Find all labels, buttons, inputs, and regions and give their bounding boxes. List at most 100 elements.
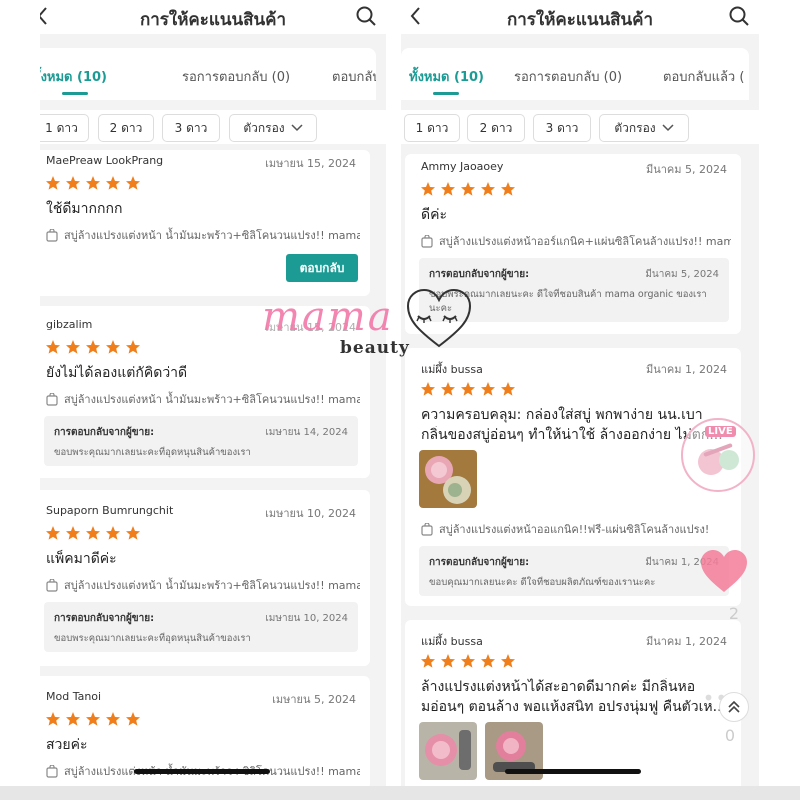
star-icon [441, 182, 455, 196]
filter-one-star[interactable]: 1 ดาว [40, 114, 89, 142]
scroll-top-button[interactable] [719, 692, 749, 722]
heart-logo-icon [406, 288, 472, 348]
star-rating [420, 381, 516, 397]
tab-active-indicator [433, 92, 459, 95]
star-icon [86, 340, 100, 354]
bottom-strip [0, 786, 800, 800]
review-card: Supaporn Bumrungchit เมษายน 10, 2024 แพ็… [40, 490, 370, 666]
watermark-sub: beauty [340, 338, 410, 358]
filter-dropdown[interactable]: ตัวกรอง [599, 114, 689, 142]
tab-pending[interactable]: รอการตอบกลับ (0) [514, 66, 622, 87]
reviewer-name: แม่ผึ้ง bussa [421, 363, 483, 376]
star-icon [441, 654, 455, 668]
heart-icon[interactable] [699, 548, 749, 594]
filter-three-star[interactable]: 3 ดาว [162, 114, 220, 142]
seller-reply: การตอบกลับจากผู้ขาย: เมษายน 10, 2024 ขอบ… [44, 602, 358, 652]
star-icon [501, 182, 515, 196]
review-date: มีนาคม 1, 2024 [645, 363, 727, 376]
tab-bar: ทั้งหมด (10) รอการตอบกลับ (0) ตอบกลับแล้… [40, 48, 376, 100]
tab-pending[interactable]: รอการตอบกลับ (0) [182, 66, 290, 87]
bag-icon [46, 392, 58, 406]
review-text: สวยค่ะ [46, 737, 88, 753]
star-icon [461, 382, 475, 396]
star-rating [420, 181, 516, 197]
reply-date: มีนาคม 5, 2024 [645, 269, 719, 280]
review-card: MaePreaw LookPrang เมษายน 15, 2024 ใช้ดี… [40, 150, 370, 296]
star-icon [66, 712, 80, 726]
star-icon [86, 526, 100, 540]
reply-label: การตอบกลับจากผู้ขาย: [54, 427, 155, 438]
live-badge[interactable]: LIVE [681, 418, 755, 492]
star-icon [106, 340, 120, 354]
product-photo-icon [419, 722, 477, 780]
product-row[interactable]: สบู่ล้างแปรงแต่งหน้า น้ำมันมะพร้าว+ซิลิโ… [46, 226, 360, 244]
header-bar: การให้คะแนนสินค้า [40, 0, 386, 34]
bag-icon [421, 234, 433, 248]
star-icon [461, 654, 475, 668]
star-icon [106, 712, 120, 726]
review-text: ดีค่ะ [421, 207, 447, 223]
star-icon [126, 712, 140, 726]
like-count: 2 [728, 604, 739, 623]
product-row[interactable]: สบู่ล้างแปรงแต่งหน้า น้ำมันมะพร้าว+ซิลิโ… [46, 390, 360, 408]
search-icon[interactable] [727, 4, 751, 28]
tab-replied[interactable]: ตอบกลับแล้ว ( [332, 66, 376, 87]
star-icon [86, 712, 100, 726]
reviewer-name: Mod Tanoi [46, 690, 102, 703]
filter-label: ตัวกรอง [243, 120, 285, 135]
review-date: มีนาคม 5, 2024 [645, 163, 727, 176]
star-rating [45, 339, 141, 355]
product-name: สบู่ล้างแปรงแต่งหน้า น้ำมันมะพร้าว+ซิลิโ… [64, 229, 360, 242]
review-photo[interactable] [419, 450, 477, 508]
filter-one-star[interactable]: 1 ดาว [404, 114, 460, 142]
reply-label: การตอบกลับจากผู้ขาย: [429, 269, 530, 280]
filter-three-star[interactable]: 3 ดาว [533, 114, 591, 142]
search-icon[interactable] [354, 4, 378, 28]
tab-replied[interactable]: ตอบกลับแล้ว ( [663, 66, 744, 87]
review-photo[interactable] [419, 722, 477, 780]
reviewer-name: แม่ผึ้ง bussa [421, 635, 483, 648]
page-title: การให้คะแนนสินค้า [139, 10, 287, 30]
star-icon [66, 340, 80, 354]
star-icon [441, 382, 455, 396]
seller-reply: การตอบกลับจากผู้ขาย: เมษายน 14, 2024 ขอบ… [44, 416, 358, 466]
star-icon [46, 176, 60, 190]
review-text: ล้างแปรงแต่งหน้าได้สะอาดดีมากค่ะ มีกลิ่น… [421, 679, 696, 695]
reply-text: ขอบพระคุณมากเลยนะคะที่อุดหนุนสินค้าของเร… [54, 633, 251, 644]
tab-all[interactable]: ทั้งหมด (10) [40, 66, 107, 87]
filter-two-star[interactable]: 2 ดาว [98, 114, 154, 142]
review-date: เมษายน 10, 2024 [265, 507, 356, 520]
star-icon [126, 340, 140, 354]
filter-two-star[interactable]: 2 ดาว [467, 114, 525, 142]
comment-count: 0 [724, 726, 735, 745]
star-rating [45, 525, 141, 541]
product-row[interactable]: สบู่ล้างแปรงแต่งหน้าออร์แกนิค+แผ่นซิลิโค… [421, 232, 731, 250]
filter-dropdown[interactable]: ตัวกรอง [229, 114, 317, 142]
home-indicator [134, 769, 270, 774]
product-row[interactable]: สบู่ล้างแปรงแต่งหน้าออแกนิค!!ฟรี-แผ่นซิล… [421, 520, 731, 538]
tab-all[interactable]: ทั้งหมด (10) [409, 66, 484, 87]
product-name: สบู่ล้างแปรงแต่งหน้า น้ำมันมะพร้าว+ซิลิโ… [64, 393, 360, 406]
bag-icon [46, 228, 58, 242]
chevron-down-icon [291, 124, 303, 132]
left-screenshot: การให้คะแนนสินค้า ทั้งหมด (10) รอการตอบก… [40, 0, 386, 800]
review-card: แม่ผึ้ง bussa มีนาคม 1, 2024 ล้างแปรงแต่… [405, 620, 741, 792]
star-icon [66, 526, 80, 540]
product-row[interactable]: สบู่ล้างแปรงแต่งหน้า น้ำมันมะพร้าว+ซิลิโ… [46, 576, 360, 594]
star-icon [461, 182, 475, 196]
star-icon [106, 526, 120, 540]
star-icon [501, 382, 515, 396]
star-icon [481, 382, 495, 396]
product-name: สบู่ล้างแปรงแต่งหน้าออแกนิค!!ฟรี-แผ่นซิล… [439, 523, 710, 536]
bag-icon [421, 522, 433, 536]
reviewer-name: Supaporn Bumrungchit [46, 504, 174, 517]
star-icon [46, 340, 60, 354]
star-icon [501, 654, 515, 668]
star-icon [86, 176, 100, 190]
reply-text: ขอบคุณมากเลยนะคะ ดีใจที่ชอบผลิตภัณฑ์ของเ… [429, 577, 656, 588]
reply-label: การตอบกลับจากผู้ขาย: [429, 557, 530, 568]
watermark-brand: mama [262, 294, 394, 340]
product-photo-icon [419, 450, 477, 508]
reply-button[interactable]: ตอบกลับ [286, 254, 358, 282]
filter-bar: 1 ดาว 2 ดาว 3 ดาว ตัวกรอง [401, 110, 759, 144]
